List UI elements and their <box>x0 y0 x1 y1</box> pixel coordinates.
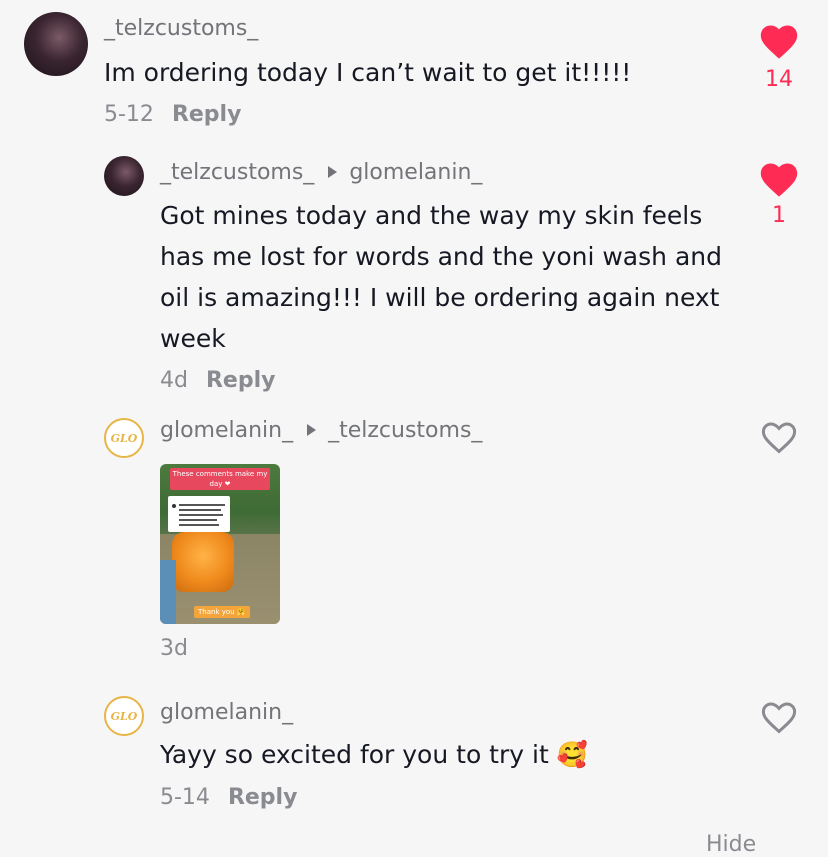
hide-replies-link[interactable]: Hide <box>706 832 756 857</box>
heart-outline-icon[interactable] <box>761 701 797 735</box>
quoted-comment-card <box>168 496 230 532</box>
comment-text: Got mines today and the way my skin feel… <box>160 201 722 353</box>
heart-filled-icon[interactable] <box>760 24 798 60</box>
comment-username-line: _telzcustoms_ glomelanin_ <box>160 160 482 185</box>
reply-to-username[interactable]: glomelanin_ <box>349 160 482 185</box>
glove-hand <box>160 560 176 624</box>
like-count: 1 <box>772 203 786 228</box>
comment-meta: 5-12 Reply <box>104 102 241 127</box>
reply-to-username[interactable]: _telzcustoms_ <box>328 418 482 443</box>
comment-meta: 4d Reply <box>160 368 275 393</box>
comment-username-line: glomelanin_ _telzcustoms_ <box>160 418 482 443</box>
heart-filled-icon[interactable] <box>760 162 798 198</box>
comment-date: 3d <box>160 636 188 661</box>
comment-meta: 5-14 Reply <box>160 785 297 810</box>
avatar[interactable] <box>104 156 144 196</box>
comment-username[interactable]: glomelanin_ <box>160 700 293 725</box>
reply-button[interactable]: Reply <box>228 785 298 810</box>
avatar[interactable]: GLO <box>104 696 144 736</box>
video-reply-thumbnail[interactable]: These comments make my day ❤ Thank you 🤗 <box>160 464 280 624</box>
avatar[interactable] <box>24 12 88 76</box>
reply-arrow-icon <box>328 166 338 178</box>
like-count: 14 <box>765 67 793 92</box>
reply-button[interactable]: Reply <box>206 368 276 393</box>
reply-arrow-icon <box>307 424 317 436</box>
comment-date: 5-12 <box>104 102 154 127</box>
avatar[interactable]: GLO <box>104 418 144 458</box>
product-jar <box>172 532 234 592</box>
comment-date: 5-14 <box>160 785 210 810</box>
reply-button[interactable]: Reply <box>172 102 242 127</box>
comment-text: Im ordering today I can’t wait to get it… <box>104 58 632 87</box>
video-sticker: Thank you 🤗 <box>194 606 250 618</box>
comment-username[interactable]: _telzcustoms_ <box>160 160 314 185</box>
comment-date: 4d <box>160 368 188 393</box>
comment-username[interactable]: glomelanin_ <box>160 418 293 443</box>
heart-outline-icon[interactable] <box>761 421 797 455</box>
comment-text: Yayy so excited for you to try it 🥰 <box>160 740 588 769</box>
comment-username[interactable]: _telzcustoms_ <box>104 16 258 41</box>
video-caption: These comments make my day ❤ <box>170 468 270 490</box>
